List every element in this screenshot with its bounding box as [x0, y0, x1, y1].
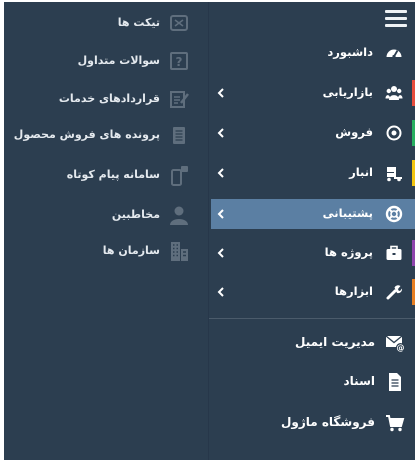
menu-item-label: فروشگاه ماژول	[280, 415, 375, 429]
menu-item-documents[interactable]: اسناد	[209, 367, 415, 397]
submenu-item-service-contracts[interactable]: قراردادهای خدمات	[4, 82, 208, 116]
menu-item-sales[interactable]: فروش	[211, 118, 415, 148]
submenu-item-label: سوالات متداول	[77, 54, 160, 67]
menu-item-label: انبار	[349, 165, 373, 179]
chevron-left-icon	[217, 287, 224, 297]
menu-item-warehouse[interactable]: انبار	[211, 158, 415, 188]
menu-item-marketing[interactable]: بازاریابی	[211, 78, 415, 108]
menu-item-label: بازاریابی	[322, 85, 373, 99]
submenu-item-label: پرونده های فروش محصول	[13, 128, 160, 141]
shopping-cart-icon	[386, 415, 405, 432]
wrench-icon	[386, 285, 403, 300]
chevron-left-icon	[217, 128, 224, 138]
file-list-icon	[173, 127, 185, 144]
email-at-icon: @	[385, 335, 405, 353]
sidebar-panel: تیکت ها ? سوالات متداول قراردادهای خدمات…	[4, 2, 415, 460]
submenu-item-label: مخاطبین	[111, 208, 160, 221]
submenu-item-sms[interactable]: سامانه پیام کوتاه	[4, 158, 208, 192]
menu-item-label: مدیریت ایمیل	[295, 335, 375, 349]
document-icon	[389, 373, 401, 391]
menu-item-dashboard[interactable]: داشبورد	[211, 38, 415, 68]
menu-item-support[interactable]: پشتیبانی	[211, 199, 415, 229]
submenu-item-sales-files[interactable]: پرونده های فروش محصول	[4, 118, 208, 152]
submenu-item-tickets[interactable]: تیکت ها	[4, 6, 208, 40]
briefcase-icon	[386, 245, 402, 260]
submenu-item-label: تیکت ها	[117, 16, 160, 29]
menu-item-label: اسناد	[343, 374, 375, 388]
menu-item-label: داشبورد	[327, 45, 373, 59]
menu-divider	[209, 318, 415, 319]
svg-text:@: @	[397, 344, 405, 353]
submenu-item-label: سامانه پیام کوتاه	[66, 168, 160, 181]
main-menu: داشبورد بازاریابی فروش انبار پشتیبانی پر…	[209, 2, 415, 460]
dashboard-icon	[386, 49, 402, 59]
lifebuoy-icon	[385, 205, 403, 223]
truck-icon	[387, 167, 402, 182]
submenu-item-label: قراردادهای خدمات	[58, 92, 160, 105]
target-icon	[386, 125, 402, 141]
contract-edit-icon	[170, 91, 189, 108]
contact-person-icon	[170, 206, 188, 225]
sms-phone-icon	[171, 166, 188, 186]
menu-item-tools[interactable]: ابزارها	[211, 277, 415, 307]
chevron-left-icon	[217, 88, 224, 98]
svg-text:?: ?	[176, 55, 183, 69]
menu-item-label: پشتیبانی	[322, 206, 373, 220]
ticket-icon	[170, 15, 188, 31]
menu-toggle-icon[interactable]	[385, 10, 407, 28]
submenu-item-faq[interactable]: ? سوالات متداول	[4, 44, 208, 78]
menu-item-label: فروش	[335, 125, 373, 139]
menu-item-projects[interactable]: پروژه ها	[211, 238, 415, 268]
chevron-left-icon	[217, 248, 224, 258]
submenu-item-organizations[interactable]: سازمان ها	[4, 234, 208, 268]
menu-item-module-store[interactable]: فروشگاه ماژول	[209, 408, 415, 438]
menu-item-email-management[interactable]: @ مدیریت ایمیل	[209, 328, 415, 358]
submenu-item-contacts[interactable]: مخاطبین	[4, 198, 208, 232]
organization-building-icon	[171, 242, 188, 261]
menu-item-label: ابزارها	[334, 284, 373, 298]
submenu-item-label: سازمان ها	[102, 244, 160, 257]
chevron-left-icon	[217, 168, 224, 178]
support-submenu: تیکت ها ? سوالات متداول قراردادهای خدمات…	[4, 2, 208, 460]
users-icon	[385, 86, 403, 100]
menu-item-label: پروژه ها	[324, 245, 373, 259]
chevron-left-icon	[217, 209, 224, 219]
question-icon: ?	[170, 52, 188, 70]
